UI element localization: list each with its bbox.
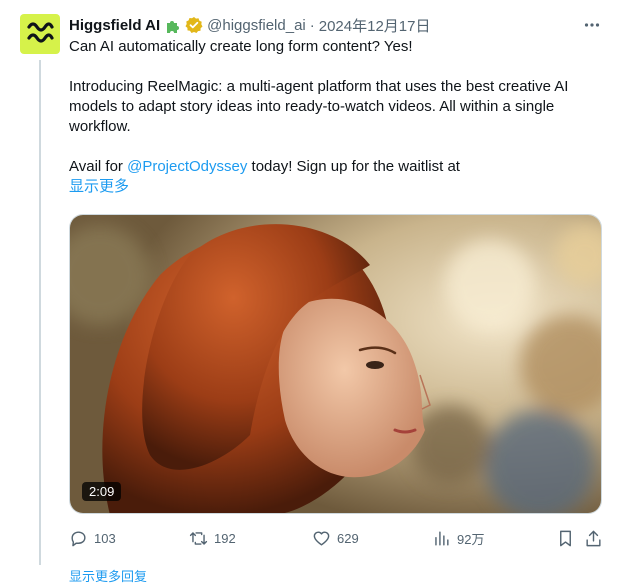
show-more-replies-link[interactable]: 显示更多回复 [69,566,147,585]
view-count: 92万 [457,531,485,547]
tweet-date[interactable]: 2024年12月17日 [319,15,431,36]
mention-link[interactable]: @ProjectOdyssey [127,158,247,175]
bookmark-button[interactable] [556,529,584,548]
text-prefix: Avail for [69,158,128,175]
higgsfield-logo-icon [27,22,54,43]
repost-icon [189,531,208,545]
share-button[interactable] [584,529,604,548]
views-bar-icon [435,530,449,546]
video-media[interactable]: 2:09 [69,214,602,514]
thread-line [39,60,41,565]
views-button[interactable]: 92万 [432,529,556,548]
repost-count: 192 [214,530,236,546]
tweet-actions: 103 192 629 92万 [69,527,604,549]
tweet-header: Higgsfield AI @higgsfield_ai · 2024年12月1… [69,14,609,36]
tweet-body: Can AI automatically create long form co… [69,37,599,197]
bookmark-icon [560,530,571,546]
tweet-paragraph-2: Introducing ReelMagic: a multi-agent pla… [69,78,569,135]
text-suffix: today! Sign up for the waitlist at [247,158,460,175]
reply-button[interactable]: 103 [69,529,189,548]
reply-count: 103 [94,530,116,546]
verified-badge-icon [185,16,203,34]
video-thumbnail [70,215,601,513]
heart-icon [313,530,330,546]
tweet-paragraph-1: Can AI automatically create long form co… [69,38,413,55]
tweet-paragraph-3: Avail for @ProjectOdyssey today! Sign up… [69,157,599,177]
share-icon [586,530,601,546]
author-name[interactable]: Higgsfield AI [69,17,160,34]
author-avatar[interactable] [20,14,60,54]
more-horizontal-icon[interactable] [580,14,604,36]
author-handle[interactable]: @higgsfield_ai [207,17,306,34]
reply-icon [71,530,86,546]
repost-button[interactable]: 192 [189,529,312,548]
show-more-link[interactable]: 显示更多 [69,177,599,197]
puzzle-piece-icon [164,17,181,34]
header-separator: · [309,16,315,34]
like-button[interactable]: 629 [312,529,432,548]
video-duration: 2:09 [82,482,122,501]
like-count: 629 [337,530,359,546]
